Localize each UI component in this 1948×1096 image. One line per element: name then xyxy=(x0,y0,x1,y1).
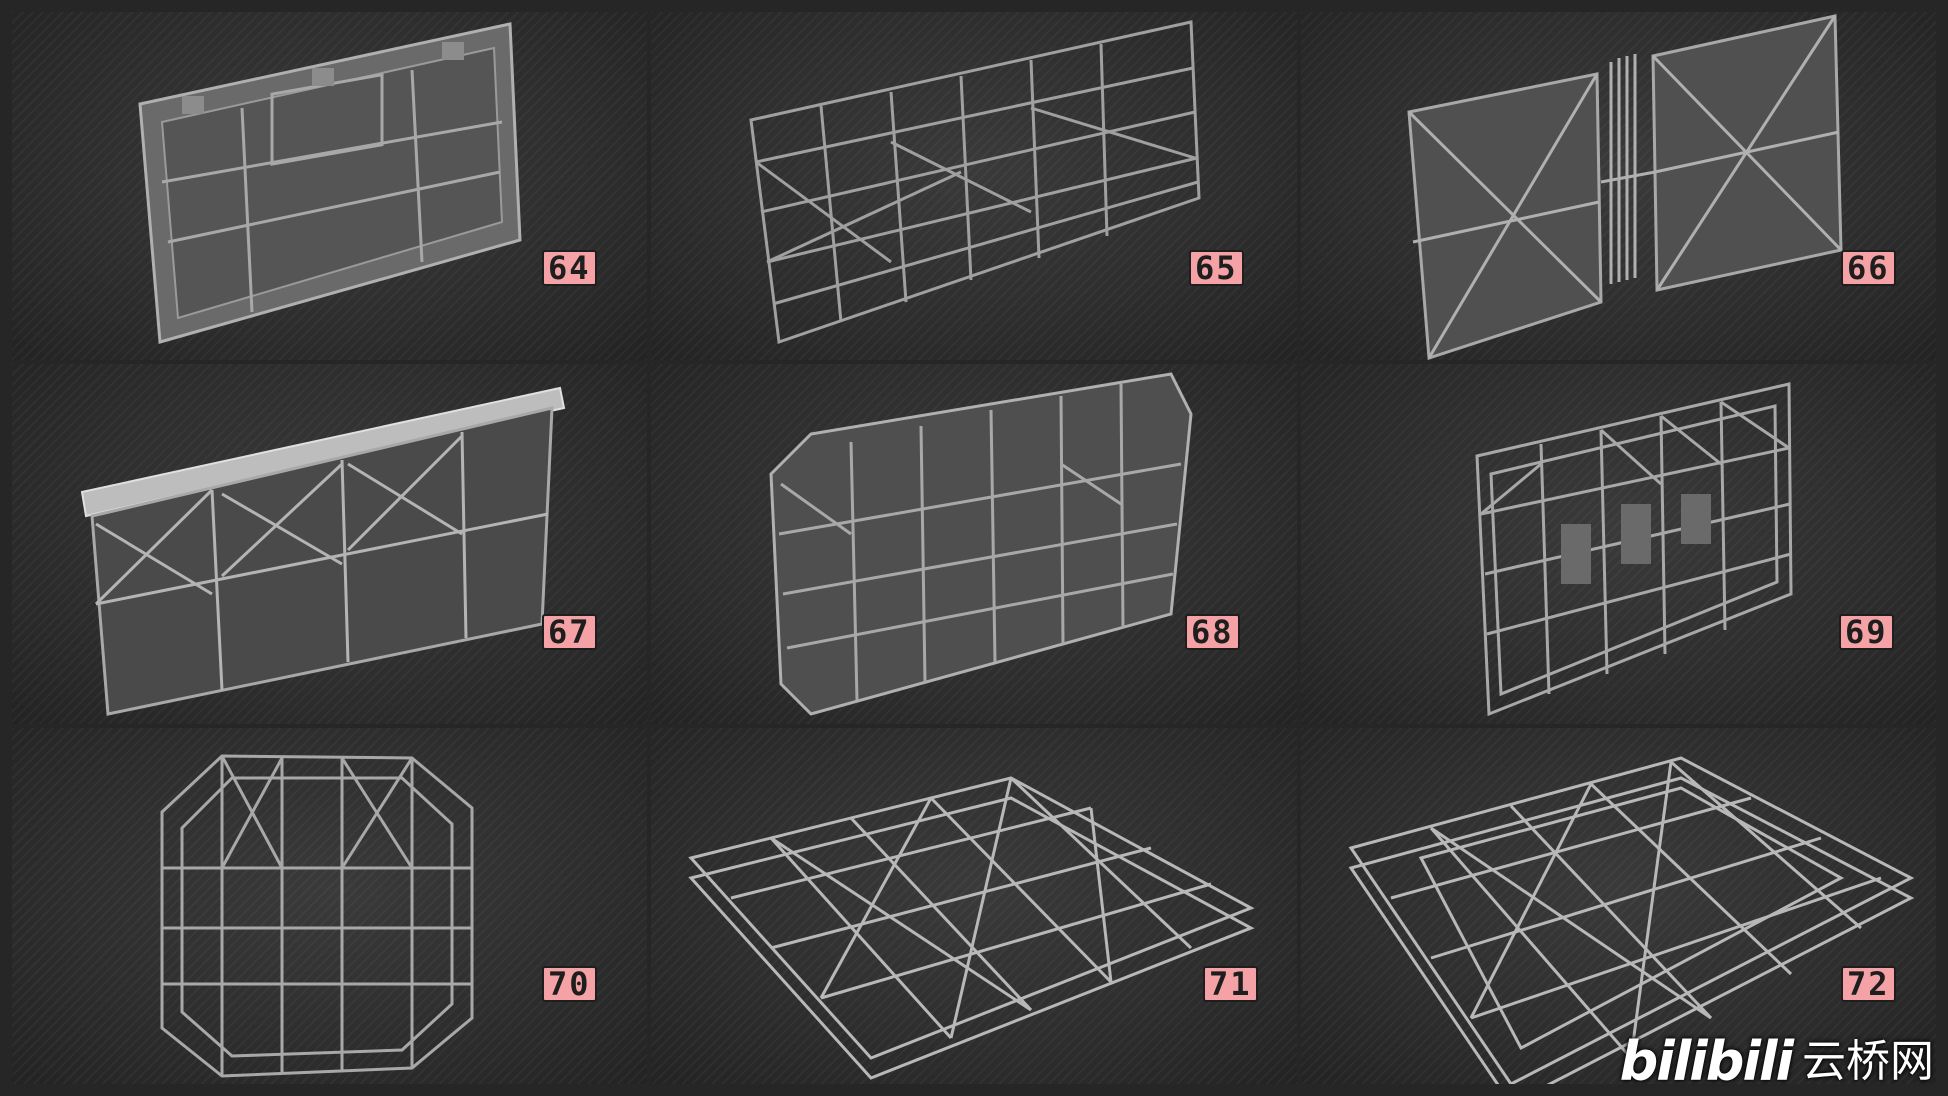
asset-number-badge: 67 xyxy=(542,614,597,650)
asset-number-badge: 71 xyxy=(1203,966,1258,1002)
asset-number-badge: 64 xyxy=(542,250,597,286)
asset-number-badge: 68 xyxy=(1185,614,1240,650)
beam-frame-wall-model-icon xyxy=(80,386,566,716)
asset-number-badge: 65 xyxy=(1189,250,1244,286)
large-floor-truss-model-icon xyxy=(1348,756,1915,1084)
tile-68[interactable]: 68 xyxy=(651,364,1297,724)
tile-69[interactable]: 69 xyxy=(1301,364,1936,724)
scaffold-frame-model-icon xyxy=(749,20,1201,345)
asset-number-badge: 69 xyxy=(1839,614,1894,650)
asset-number-badge: 66 xyxy=(1841,250,1896,286)
watermark: bilibili 云桥网 xyxy=(1620,1034,1934,1090)
tile-71[interactable]: 71 xyxy=(651,728,1297,1084)
cage-frame-model-icon xyxy=(160,754,474,1078)
asset-number-badge: 72 xyxy=(1841,966,1896,1002)
bilibili-logo: bilibili xyxy=(1619,1030,1794,1093)
tile-70[interactable]: 70 xyxy=(12,728,647,1084)
asset-number-badge: 70 xyxy=(542,966,597,1002)
chamfered-frame-wall-model-icon xyxy=(769,372,1193,716)
floor-truss-model-icon xyxy=(688,776,1255,1080)
tile-66[interactable]: 66 xyxy=(1301,12,1936,360)
tile-65[interactable]: 65 xyxy=(651,12,1297,360)
layered-lattice-model-icon xyxy=(1475,382,1793,717)
asset-grid: 64 65 66 67 68 69 70 71 72 xyxy=(0,0,1948,1096)
site-name: 云桥网 xyxy=(1802,1036,1934,1087)
tile-64[interactable]: 64 xyxy=(12,12,647,360)
tile-67[interactable]: 67 xyxy=(12,364,647,724)
split-panel-pipes-model-icon xyxy=(1407,14,1843,360)
wall-panel-model-icon xyxy=(138,22,522,344)
tile-72[interactable]: 72 xyxy=(1301,728,1936,1084)
